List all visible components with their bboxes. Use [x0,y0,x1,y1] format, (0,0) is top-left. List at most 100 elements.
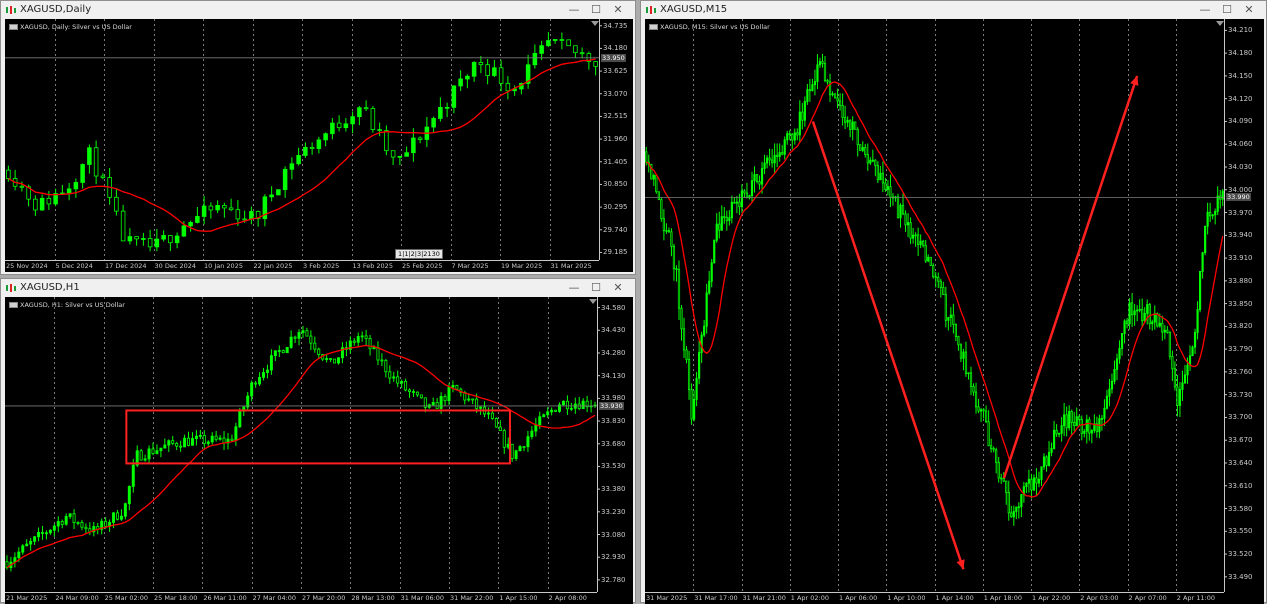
minimize-button[interactable]: — [1196,2,1214,18]
candle-body [514,450,518,459]
candle-body [896,196,900,219]
candle-body [1125,320,1129,325]
candle-body [823,63,827,81]
candle-body [565,400,569,410]
candle-body [811,84,814,92]
candle-body [579,52,585,55]
candle-body [690,389,693,420]
price-axis-label: 31.960 [603,135,628,144]
candle-body [1027,478,1030,484]
candle-body [788,133,791,136]
candle-body [766,157,769,164]
price-axis-label: 34.180 [603,44,628,53]
close-button[interactable]: ✕ [1240,2,1258,18]
candle-body [990,445,993,449]
candle-body [419,394,423,399]
h1-chart-area[interactable]: XAGUSD, H1: Silver vs US Dollar 34.580 34… [5,297,633,604]
candle-body [1148,304,1151,325]
candle-body [408,389,412,392]
candle-body [285,347,289,354]
candle-body [944,294,947,321]
close-button[interactable]: ✕ [609,2,627,18]
candle-body [100,175,106,178]
m15-chart-window[interactable]: XAGUSD,M15 — ☐ ✕ XAGUSD, M15: Silver vs … [640,0,1267,604]
daily-titlebar[interactable]: XAGUSD,Daily — ☐ ✕ [1,1,635,19]
m15-chart-area[interactable]: XAGUSD, M15: Silver vs US Dollar 34.210 3… [645,19,1264,604]
candle-body [1133,310,1136,316]
maximize-button[interactable]: ☐ [587,280,605,296]
candle-body [333,358,337,364]
h1-chart-window[interactable]: XAGUSD,H1 — ☐ ✕ XAGUSD, H1: Silver vs US… [0,278,636,604]
candle-body [1209,211,1212,217]
candle-body [370,108,376,130]
candle-body [969,372,973,387]
price-axis-label: 30.850 [603,180,628,189]
candle-body [175,442,179,447]
candle-body [1108,388,1111,397]
candle-body [39,197,45,211]
candle-body [1151,321,1154,325]
candle-body [439,396,443,409]
trend-arrow-line [1002,75,1139,479]
candle-body [1042,456,1046,468]
h1-titlebar[interactable]: XAGUSD,H1 — ☐ ✕ [1,279,635,297]
candle-body [1105,395,1109,409]
candle-body [1113,369,1116,382]
candle-body [1198,271,1202,311]
candle-body [695,377,698,400]
candle-body [167,440,171,446]
candle-body [1040,466,1043,480]
candle-body [550,409,554,413]
candle-body [438,106,443,119]
candle-body [655,174,658,193]
time-axis-label: 19 Mar 2025 [501,262,543,270]
candle-body [1090,430,1093,434]
candle-body [566,39,571,47]
candle-body [1110,380,1114,390]
candle-body [889,186,892,198]
candle-body [297,332,301,339]
candle-body [682,328,686,351]
daily-chart-area[interactable]: XAGUSD, Daily: Silver vs US Dollar 34.73… [5,19,633,272]
candle-body [262,372,265,378]
candle-body [317,348,321,355]
candle-body [131,464,135,487]
candle-body [505,82,511,92]
candle-body [1050,448,1053,453]
candle-body [839,100,842,106]
candle-body [901,204,905,215]
minimize-button[interactable]: — [565,2,583,18]
candle-body [249,211,254,220]
candle-body [309,335,313,344]
candle-body [380,359,384,362]
candle-body [532,53,538,66]
candle-body [866,154,869,164]
candle-body [400,381,404,384]
candle-body [1181,382,1184,390]
candle-body [210,435,214,443]
close-button[interactable]: ✕ [609,280,627,296]
price-axis-label: 34.150 [1228,71,1253,80]
m15-titlebar[interactable]: XAGUSD,M15 — ☐ ✕ [641,1,1266,19]
candle-body [68,513,72,517]
maximize-button[interactable]: ☐ [1218,2,1236,18]
candle-body [485,64,490,76]
minimize-button[interactable]: — [565,280,583,296]
candle-body [1206,211,1209,227]
price-axis-label: 34.130 [601,371,626,380]
candle-body [168,235,173,244]
maximize-button[interactable]: ☐ [587,2,605,18]
candle-body [289,336,293,348]
candle-body [269,355,273,371]
candle-body [323,133,328,141]
candle-body [127,485,131,505]
price-axis-label: 33.970 [1228,208,1253,217]
candle-body [364,335,368,339]
daily-chart-window[interactable]: XAGUSD,Daily — ☐ ✕ XAGUSD, Daily: Silver… [0,0,636,275]
candle-body [60,521,64,525]
candle-body [37,531,41,538]
candle-body [672,246,676,269]
candle-body [1073,422,1076,427]
price-axis-label: 34.120 [1228,94,1253,103]
candle-body [569,407,573,410]
